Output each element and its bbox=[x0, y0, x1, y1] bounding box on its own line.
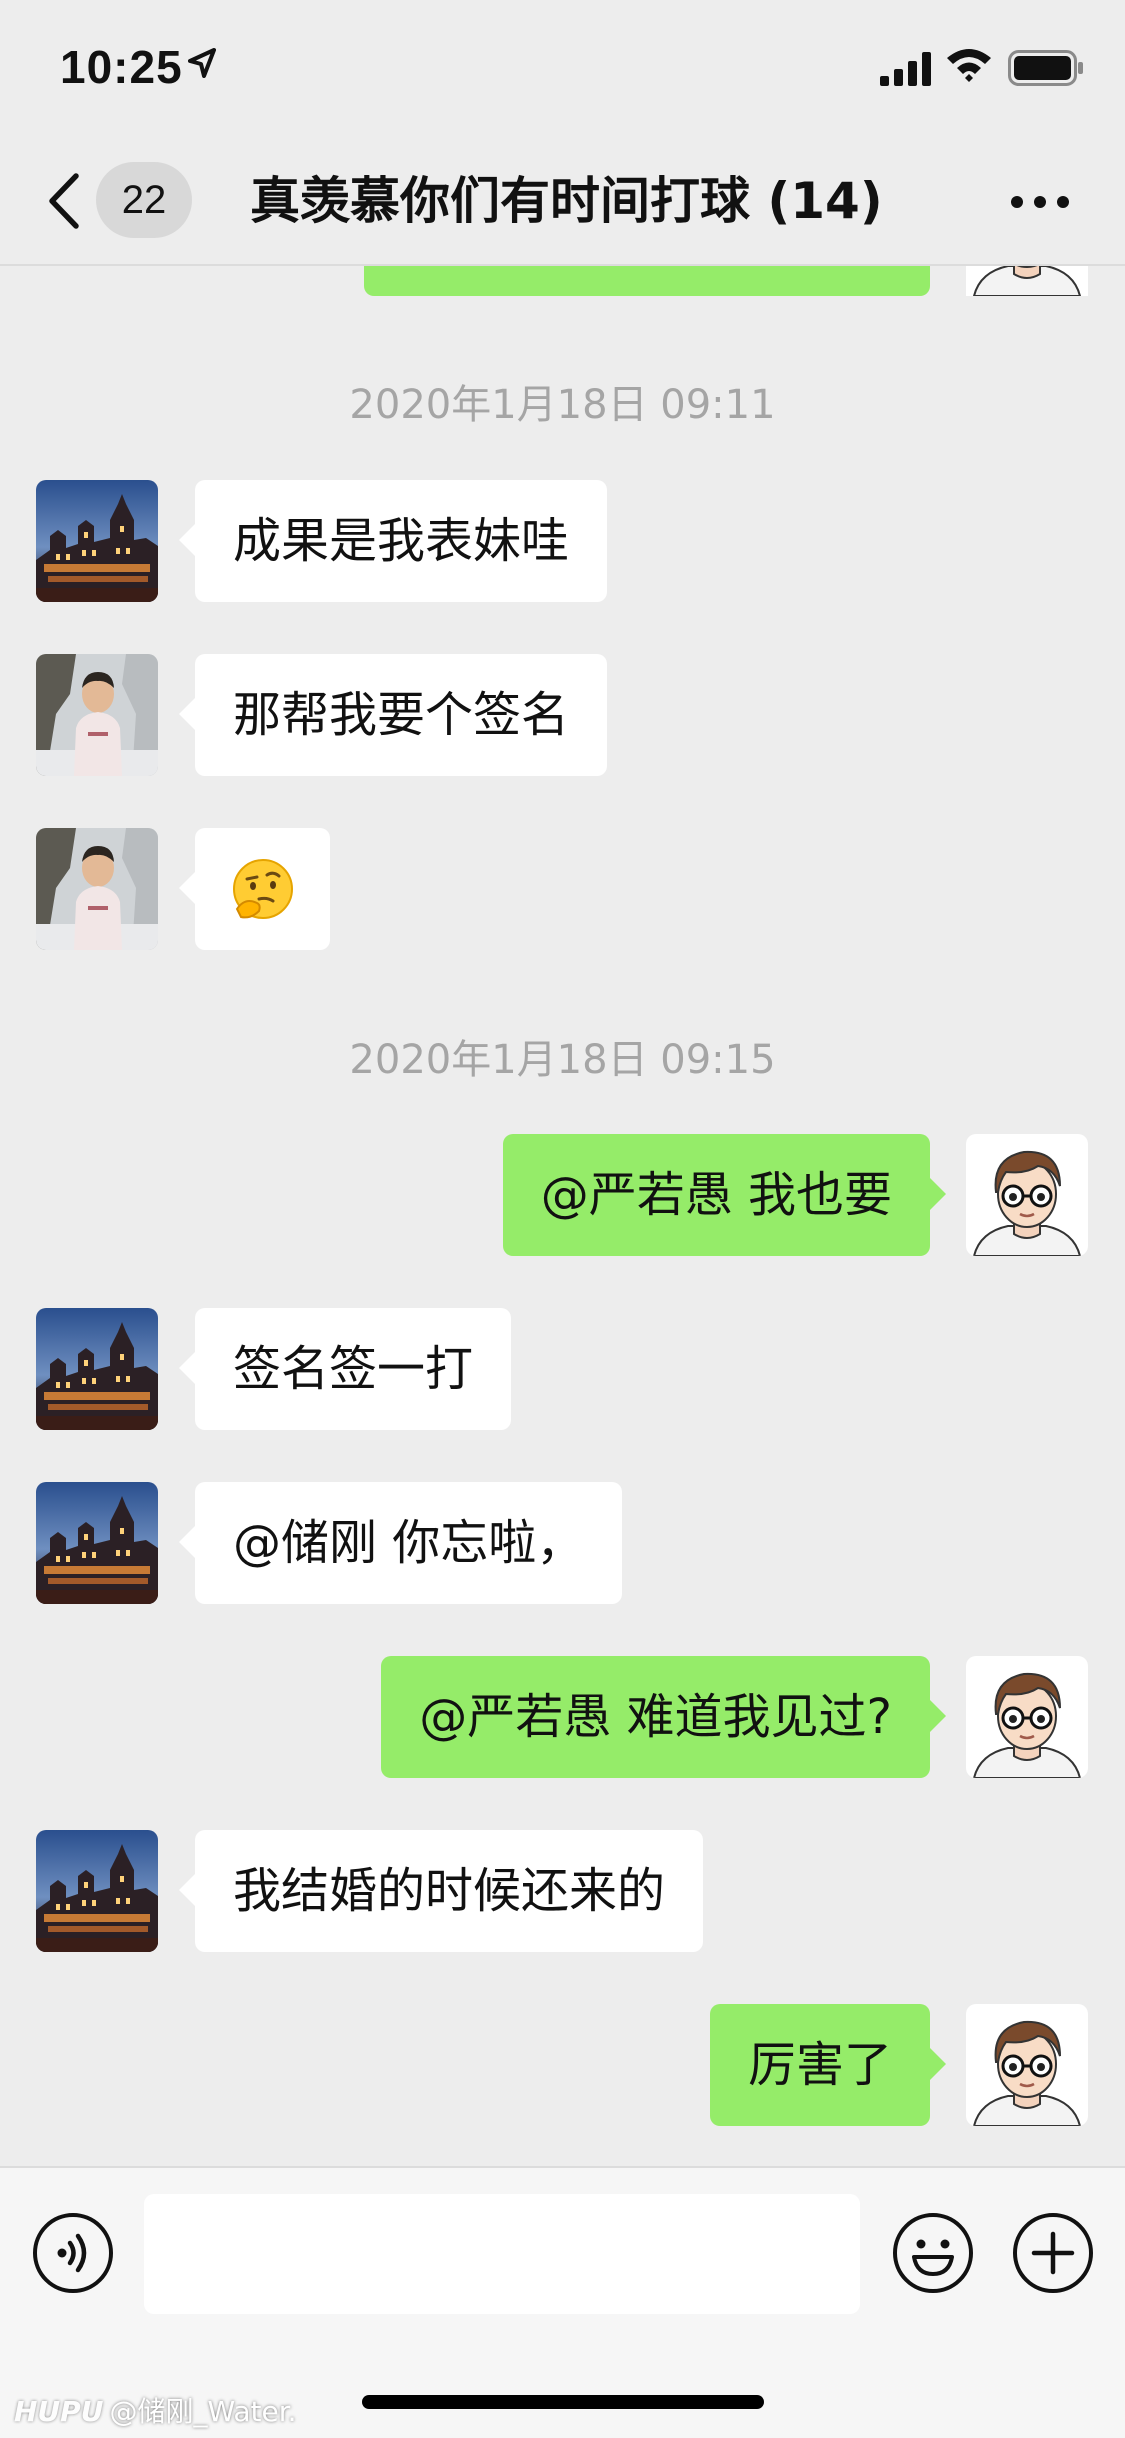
message-bubble-left[interactable]: 那帮我要个签名 bbox=[178, 654, 608, 776]
message-bubble-left[interactable]: 成果是我表妹哇 bbox=[178, 480, 608, 602]
unread-count-badge[interactable]: 22 bbox=[96, 162, 192, 238]
timestamp: 2020年1月18日 09:15 bbox=[349, 1037, 776, 1083]
message-bubble-left[interactable]: 我结婚的时候还来的 bbox=[178, 1830, 704, 1952]
message-bubble-left[interactable]: @储刚 你忘啦， bbox=[178, 1482, 623, 1604]
navigation-bar: 22 真羡慕你们有时间打球 (14) bbox=[0, 140, 1125, 266]
chat-title: 真羡慕你们有时间打球 (14) bbox=[250, 172, 883, 230]
castle-avatar[interactable] bbox=[36, 1308, 158, 1430]
watermark-user: @储刚_Water. bbox=[109, 2395, 297, 2428]
child-avatar[interactable] bbox=[36, 654, 158, 776]
message-bubble-left[interactable]: 签名签一打 bbox=[178, 1308, 512, 1430]
cartoon-avatar[interactable] bbox=[966, 1134, 1088, 1256]
watermark: HUPU @储刚_Water. bbox=[14, 2390, 297, 2430]
previous-message-bubble bbox=[364, 264, 930, 296]
cartoon-avatar[interactable] bbox=[966, 2004, 1088, 2126]
timestamp: 2020年1月18日 09:11 bbox=[349, 382, 776, 428]
watermark-brand: HUPU bbox=[14, 2395, 104, 2428]
emoji-icon[interactable] bbox=[892, 2212, 974, 2294]
thinking-face-emoji bbox=[233, 859, 293, 919]
message-bubble-right[interactable]: 厉害了 bbox=[709, 2004, 947, 2126]
castle-avatar[interactable] bbox=[36, 1482, 158, 1604]
message-list[interactable]: 2020年1月18日 09:11 成果是我表妹哇 那帮我要个签名 2020年1月… bbox=[0, 264, 1125, 2166]
back-chevron-icon[interactable] bbox=[40, 168, 90, 234]
wifi-icon bbox=[947, 49, 991, 82]
status-time: 10:25 bbox=[60, 41, 183, 93]
message-input[interactable] bbox=[144, 2194, 860, 2314]
castle-avatar[interactable] bbox=[36, 1830, 158, 1952]
child-avatar[interactable] bbox=[36, 828, 158, 950]
status-bar: 10:25 bbox=[0, 0, 1125, 140]
plus-icon[interactable] bbox=[1012, 2212, 1094, 2294]
message-bubble-right[interactable]: @严若愚 难道我见过? bbox=[381, 1656, 946, 1778]
message-bubble-left[interactable] bbox=[179, 828, 330, 950]
castle-avatar[interactable] bbox=[36, 480, 158, 602]
home-indicator[interactable] bbox=[362, 2395, 764, 2409]
voice-icon[interactable] bbox=[32, 2212, 114, 2294]
battery-icon bbox=[1008, 50, 1083, 86]
cellular-signal-icon bbox=[880, 52, 931, 86]
cartoon-avatar[interactable] bbox=[966, 1656, 1088, 1778]
message-bubble-right[interactable]: @严若愚 我也要 bbox=[502, 1134, 947, 1256]
previous-avatar bbox=[966, 264, 1088, 296]
more-options-icon[interactable] bbox=[1010, 195, 1070, 209]
location-arrow-icon bbox=[188, 48, 216, 78]
